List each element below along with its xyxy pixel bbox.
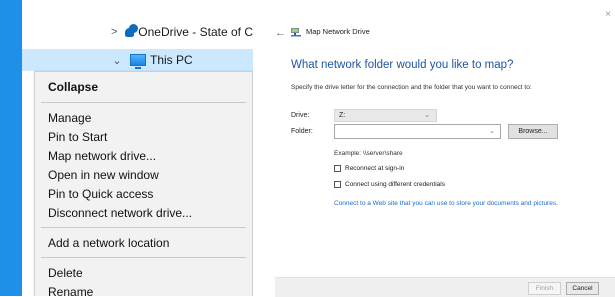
menu-item-collapse[interactable]: Collapse — [35, 77, 252, 97]
reconnect-checkbox[interactable] — [334, 165, 341, 172]
drive-value: Z: — [339, 112, 346, 119]
menu-separator — [41, 227, 246, 228]
chevron-down-icon[interactable]: ⌄ — [110, 54, 124, 67]
menu-item-pin-quick-access[interactable]: Pin to Quick access — [35, 184, 252, 204]
network-drive-icon — [291, 28, 301, 37]
reconnect-option[interactable]: Reconnect at sign-in — [334, 165, 404, 172]
menu-separator — [41, 257, 246, 258]
folder-label: Folder: — [291, 128, 313, 135]
menu-item-add-network-location[interactable]: Add a network location — [35, 233, 252, 253]
dialog-title: Map Network Drive — [306, 27, 370, 36]
context-menu: Collapse Manage Pin to Start Map network… — [34, 71, 253, 296]
web-site-link[interactable]: Connect to a Web site that you can use t… — [334, 200, 558, 207]
back-arrow-icon[interactable]: ← — [275, 27, 286, 39]
menu-item-map-network-drive[interactable]: Map network drive... — [35, 146, 252, 166]
credentials-checkbox[interactable] — [334, 181, 341, 188]
dialog-instruction: Specify the drive letter for the connect… — [291, 84, 532, 91]
close-icon[interactable]: × — [605, 9, 611, 20]
browse-button[interactable]: Browse... — [508, 124, 558, 139]
dialog-heading: What network folder would you like to ma… — [291, 59, 514, 71]
credentials-label: Connect using different credentials — [345, 181, 445, 188]
reconnect-label: Reconnect at sign-in — [345, 165, 405, 172]
chevron-down-icon[interactable]: ⌄ — [489, 125, 495, 138]
folder-field[interactable]: ⌄ — [334, 124, 501, 139]
menu-item-delete[interactable]: Delete — [35, 263, 252, 283]
chevron-down-icon: ⌄ — [424, 112, 430, 119]
drive-select[interactable]: Z: ⌄ — [334, 109, 437, 122]
credentials-option[interactable]: Connect using different credentials — [334, 181, 445, 188]
cancel-button[interactable]: Cancel — [566, 282, 599, 295]
onedrive-cloud-icon — [124, 23, 138, 37]
dialog-footer: Finish Cancel — [275, 277, 615, 297]
nav-item-this-pc[interactable]: ⌄ This PC — [22, 49, 253, 71]
navigation-pane-edge — [0, 0, 22, 296]
map-network-drive-dialog: × ← Map Network Drive What network folde… — [275, 0, 615, 297]
finish-button[interactable]: Finish — [528, 282, 561, 295]
chevron-right-icon[interactable]: > — [110, 26, 119, 38]
folder-example-text: Example: \\server\share — [334, 150, 403, 157]
menu-item-rename[interactable]: Rename — [35, 282, 252, 296]
nav-item-onedrive[interactable]: > OneDrive - State of C — [22, 21, 253, 43]
nav-item-label: OneDrive - State of C — [138, 25, 253, 39]
menu-item-pin-to-start[interactable]: Pin to Start — [35, 127, 252, 147]
menu-item-open-new-window[interactable]: Open in new window — [35, 165, 252, 185]
menu-separator — [41, 102, 246, 103]
file-explorer-pane: > OneDrive - State of C ⌄ This PC Collap… — [0, 0, 253, 296]
this-pc-icon — [130, 54, 146, 69]
drive-label: Drive: — [291, 112, 310, 119]
menu-item-disconnect-network-drive[interactable]: Disconnect network drive... — [35, 203, 252, 223]
menu-item-manage[interactable]: Manage — [35, 108, 252, 128]
nav-item-label: This PC — [150, 53, 193, 67]
